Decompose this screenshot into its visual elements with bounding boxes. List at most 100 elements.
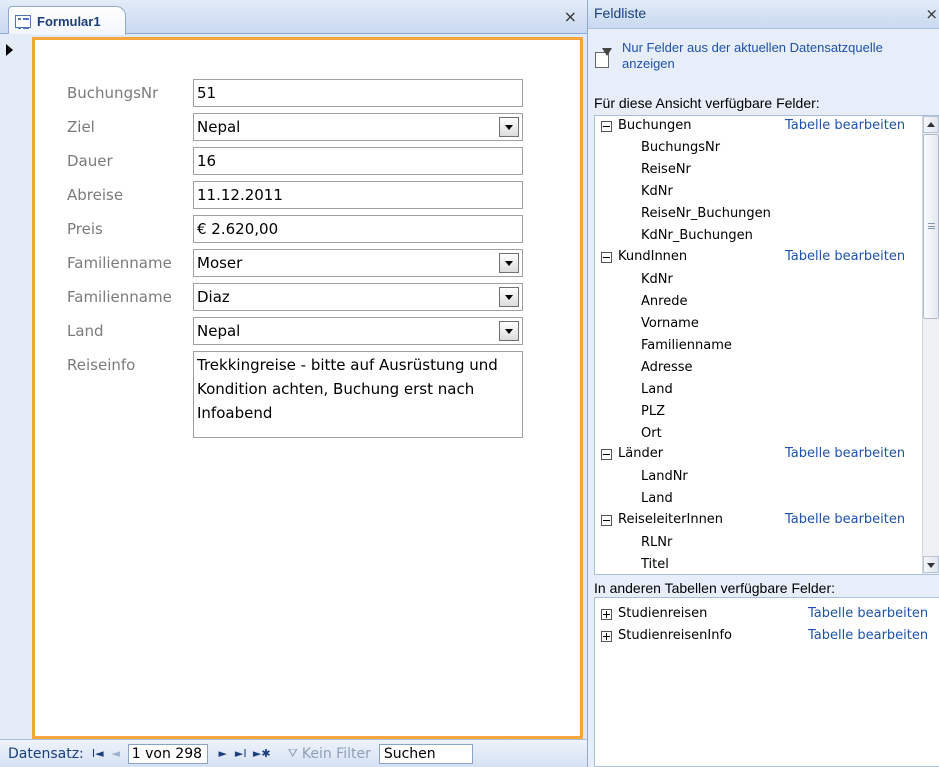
reiseinfo-textarea[interactable]: Trekkingreise - bitte auf Ausrüstung und… [193, 351, 523, 438]
land-combobox[interactable]: Nepal [193, 317, 523, 345]
field-name: PLZ [641, 404, 665, 419]
tab-formular1[interactable]: Formular1 [8, 6, 126, 35]
record-navigation-bar: Datensatz: I◄ ◄ 1 von 298 ► ►I ►✱ ⛛ Kein… [0, 739, 587, 767]
filter-label: Kein Filter [301, 745, 371, 762]
previous-record-icon[interactable]: ◄ [108, 745, 124, 763]
label-land: Land [67, 322, 104, 340]
field-name: Land [641, 491, 673, 506]
show-only-current-source-link[interactable]: Nur Felder aus der aktuellen Datensatzqu… [594, 40, 934, 80]
table-name: Studienreisen [618, 606, 708, 621]
edit-table-link[interactable]: Tabelle bearbeiten [785, 512, 905, 527]
scrollbar-thumb[interactable] [923, 134, 939, 319]
tree-field[interactable]: Titel [595, 556, 925, 574]
familienname-1-combobox[interactable]: Moser [193, 249, 523, 277]
tree-field[interactable]: Ort [595, 425, 925, 446]
scroll-down-icon[interactable] [923, 556, 939, 573]
close-field-list-icon[interactable]: × [925, 5, 938, 23]
dauer-field[interactable]: 16 [193, 147, 523, 175]
field-name: ReiseNr [641, 162, 691, 177]
record-navigation-label: Datensatz: [8, 745, 84, 762]
expand-icon[interactable] [601, 609, 612, 620]
table-name: KundInnen [618, 249, 688, 264]
edit-table-link[interactable]: Tabelle bearbeiten [785, 118, 905, 133]
field-name: LandNr [641, 469, 688, 484]
scroll-up-icon[interactable] [923, 116, 939, 133]
tree-field[interactable]: Land [595, 490, 925, 511]
tree-field[interactable]: Familienname [595, 337, 925, 358]
field-name: BuchungsNr [641, 140, 721, 155]
collapse-icon[interactable] [601, 252, 612, 263]
familienname-1-dropdown-arrow-icon[interactable] [499, 253, 519, 273]
edit-table-link[interactable]: Tabelle bearbeiten [785, 249, 905, 264]
field-name: Titel [641, 557, 669, 572]
current-record-input[interactable]: 1 von 298 [127, 743, 208, 764]
label-preis: Preis [67, 220, 103, 238]
label-familienname-1: Familienname [67, 254, 172, 272]
form-window: Formular1 × BuchungsNr 51 Ziel Nepal Dau… [0, 0, 587, 767]
tree-field[interactable]: KdNr [595, 183, 925, 204]
available-fields-label: Für diese Ansicht verfügbare Felder: [594, 95, 820, 111]
abreise-field[interactable]: 11.12.2011 [193, 181, 523, 209]
close-form-icon[interactable]: × [564, 9, 577, 25]
field-name: Anrede [641, 294, 688, 309]
tree-table-studienreisen[interactable]: Studienreisen Tabelle bearbeiten [595, 605, 928, 626]
field-name: Ort [641, 426, 662, 441]
tree-table-laender[interactable]: Länder Tabelle bearbeiten [595, 445, 925, 466]
collapse-icon[interactable] [601, 515, 612, 526]
tree-field[interactable]: ReiseNr_Buchungen [595, 205, 925, 226]
form-tab-title: Formular1 [37, 13, 101, 29]
tree-field[interactable]: RLNr [595, 534, 925, 555]
available-fields-tree: Buchungen Tabelle bearbeiten BuchungsNr … [594, 115, 939, 575]
tree-field[interactable]: Vorname [595, 315, 925, 336]
field-name: Familienname [641, 338, 732, 353]
tree-field[interactable]: Adresse [595, 359, 925, 380]
tree-table-studienreiseninfo[interactable]: StudienreisenInfo Tabelle bearbeiten [595, 627, 928, 648]
edit-table-link[interactable]: Tabelle bearbeiten [808, 628, 928, 643]
last-record-icon[interactable]: ►I [233, 745, 249, 763]
other-tables-tree: Studienreisen Tabelle bearbeiten Studien… [594, 597, 939, 767]
table-name: StudienreisenInfo [618, 628, 732, 643]
label-dauer: Dauer [67, 152, 113, 170]
tree-field[interactable]: LandNr [595, 468, 925, 489]
tree-table-buchungen[interactable]: Buchungen Tabelle bearbeiten [595, 117, 925, 138]
tree-field[interactable]: KdNr [595, 271, 925, 292]
other-tables-label: In anderen Tabellen verfügbare Felder: [594, 580, 836, 596]
edit-table-link[interactable]: Tabelle bearbeiten [808, 606, 928, 621]
current-record-arrow-icon [6, 44, 13, 56]
familienname-2-combobox[interactable]: Diaz [193, 283, 523, 311]
record-selector[interactable] [0, 34, 32, 739]
field-name: Vorname [641, 316, 699, 331]
familienname-2-value: Diaz [197, 288, 230, 306]
edit-table-link[interactable]: Tabelle bearbeiten [785, 446, 905, 461]
document-tab-strip: Formular1 × [0, 0, 587, 35]
tree-field[interactable]: BuchungsNr [595, 139, 925, 160]
tree-field[interactable]: Land [595, 381, 925, 402]
vertical-scrollbar[interactable] [922, 116, 939, 574]
land-dropdown-arrow-icon[interactable] [499, 321, 519, 341]
form-detail-section: BuchungsNr 51 Ziel Nepal Dauer 16 Abreis… [32, 37, 583, 739]
familienname-2-dropdown-arrow-icon[interactable] [499, 287, 519, 307]
search-input[interactable]: Suchen [378, 743, 473, 764]
buchungsnr-field[interactable]: 51 [193, 79, 523, 107]
new-record-icon[interactable]: ►✱ [251, 745, 273, 763]
collapse-icon[interactable] [601, 121, 612, 132]
filter-toggle-button[interactable]: ⛛ Kein Filter [288, 746, 371, 762]
ziel-combobox[interactable]: Nepal [193, 113, 523, 141]
tree-field[interactable]: KdNr_Buchungen [595, 227, 925, 248]
tree-field[interactable]: ReiseNr [595, 161, 925, 182]
expand-icon[interactable] [601, 631, 612, 642]
collapse-icon[interactable] [601, 449, 612, 460]
next-record-icon[interactable]: ► [215, 745, 231, 763]
tree-field[interactable]: PLZ [595, 403, 925, 424]
first-record-icon[interactable]: I◄ [90, 745, 106, 763]
field-name: Adresse [641, 360, 693, 375]
tree-table-reiseleiterinnen[interactable]: ReiseleiterInnen Tabelle bearbeiten [595, 511, 925, 532]
preis-field[interactable]: € 2.620,00 [193, 215, 523, 243]
field-list-header: Feldliste × [588, 0, 939, 29]
familienname-1-value: Moser [197, 254, 243, 272]
tree-field[interactable]: Anrede [595, 293, 925, 314]
table-name: Länder [618, 446, 664, 461]
tree-table-kundinnen[interactable]: KundInnen Tabelle bearbeiten [595, 248, 925, 269]
field-list-title: Feldliste [594, 5, 647, 21]
ziel-dropdown-arrow-icon[interactable] [499, 117, 519, 137]
